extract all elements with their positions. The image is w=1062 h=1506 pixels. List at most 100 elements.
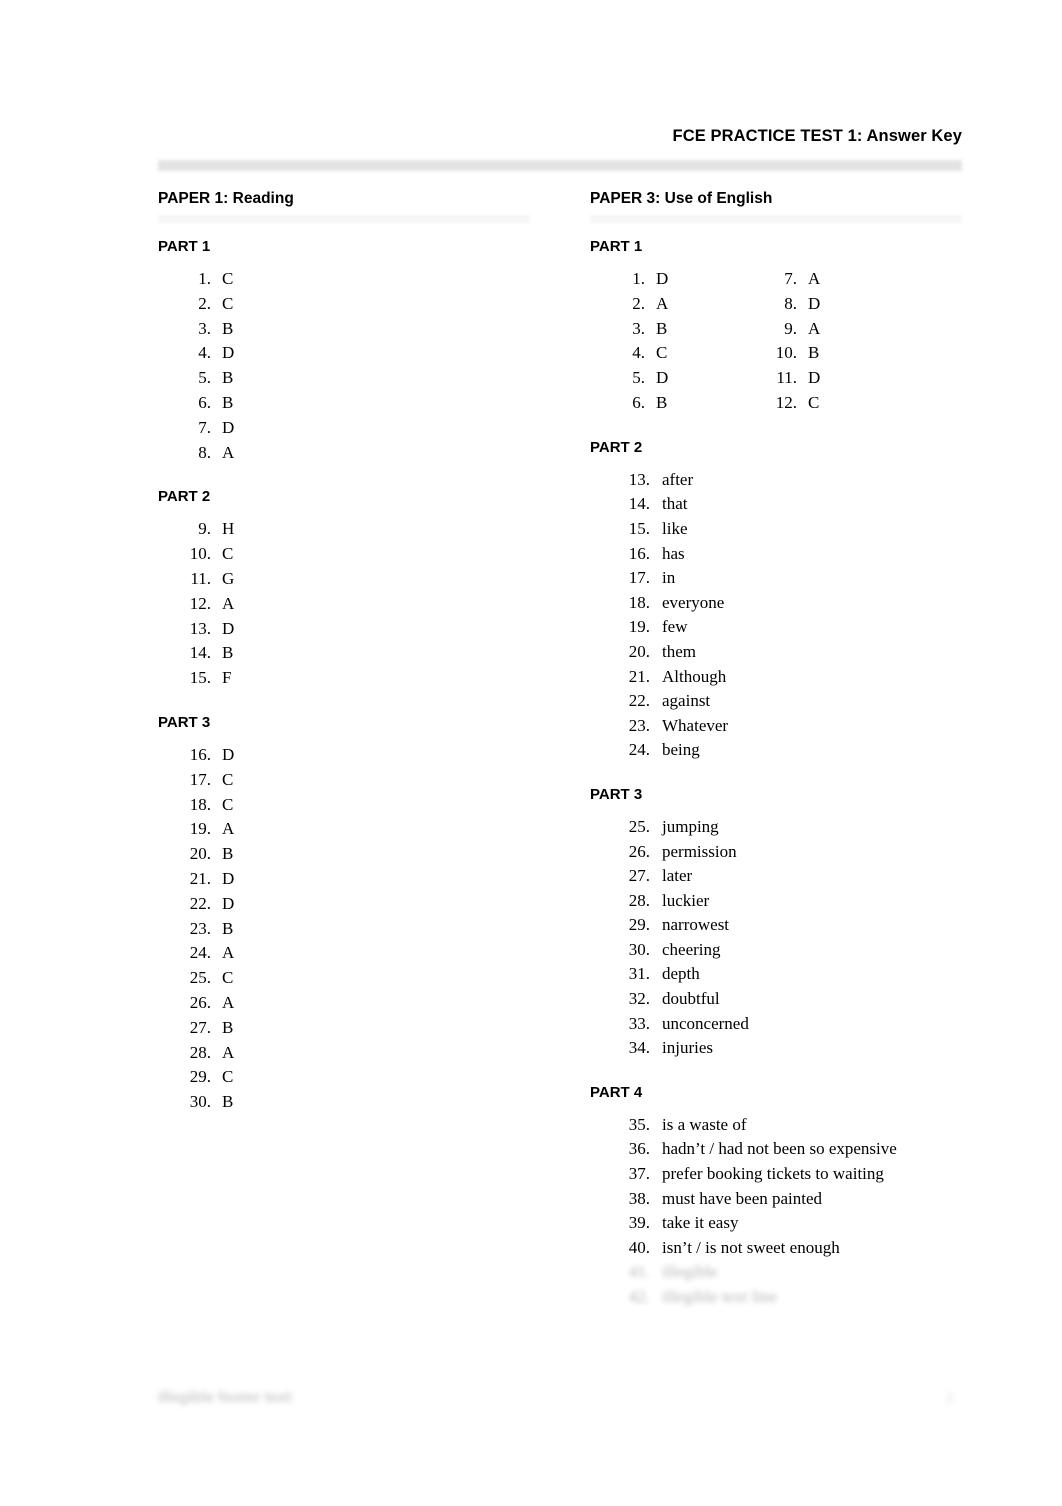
item-answer: later: [662, 866, 693, 886]
list-item: 17. C: [178, 768, 562, 793]
item-number: 27.: [189, 1017, 211, 1037]
item-answer: B: [222, 643, 234, 663]
item-number: 14.: [628, 494, 650, 514]
item-answer: prefer booking tickets to waiting: [662, 1164, 884, 1184]
item-number: 16.: [189, 744, 211, 764]
item-number: 13.: [189, 618, 211, 638]
item-answer: against: [662, 691, 711, 711]
list-item: 17. in: [612, 566, 994, 591]
item-answer: B: [656, 318, 668, 338]
item-number: 4.: [198, 343, 211, 363]
paper-1-part-2-heading: PART 2: [158, 488, 211, 506]
item-answer: G: [222, 568, 235, 588]
list-item: 5. B: [178, 366, 562, 391]
list-item: 27. later: [612, 864, 994, 889]
item-number: 13.: [628, 469, 650, 489]
item-number: 41.: [628, 1262, 650, 1282]
item-number: 16.: [628, 543, 650, 563]
list-item: 8. D: [764, 292, 820, 317]
list-item: 6. B: [178, 391, 562, 416]
list-item: 21. D: [178, 867, 562, 892]
paper-3-part-2-list: 13. after 14. that 15. like 16. has 17. in 18…: [612, 468, 994, 763]
column-paper-1: PAPER 1: Reading PART 1 1. C 2. C 3. B 4. D …: [158, 188, 562, 1137]
list-item: 19. few: [612, 615, 994, 640]
list-item: 10. C: [178, 542, 562, 567]
list-item: 3. B: [612, 317, 764, 342]
item-number: 25.: [628, 816, 650, 836]
item-answer: unconcerned: [662, 1013, 749, 1033]
item-number: 23.: [628, 715, 650, 735]
item-answer: everyone: [662, 592, 725, 612]
item-number: 19.: [628, 617, 650, 637]
paper-3-heading: PAPER 3: Use of English: [590, 190, 773, 207]
obscured-list-item: 42. illegible text line: [612, 1285, 994, 1310]
paper-1-part-1-list: 1. C 2. C 3. B 4. D 5. B 6. B 7. D 8. A: [178, 267, 562, 465]
item-number: 23.: [189, 918, 211, 938]
item-answer: few: [662, 617, 688, 637]
item-answer: A: [222, 819, 235, 839]
list-item: 23. Whatever: [612, 714, 994, 739]
obscured-list-item: 41. illegible: [612, 1260, 994, 1285]
document-page: FCE PRACTICE TEST 1: Answer Key PAPER 1:…: [0, 0, 1062, 1506]
page-title: FCE PRACTICE TEST 1: Answer Key: [672, 127, 962, 145]
paper-1-part-1-heading: PART 1: [158, 238, 211, 255]
item-answer: D: [656, 269, 669, 288]
item-answer: must have been painted: [662, 1188, 823, 1208]
list-item: 1. D: [612, 267, 764, 292]
item-number: 28.: [189, 1042, 211, 1062]
list-item: 9. A: [764, 317, 820, 342]
item-answer: B: [222, 844, 234, 864]
list-item: 3. B: [178, 317, 562, 342]
item-answer: after: [662, 469, 694, 489]
paper-3-divider: [590, 215, 962, 223]
item-answer: Whatever: [662, 715, 729, 735]
item-number: 31.: [628, 964, 650, 984]
item-answer: doubtful: [662, 989, 720, 1009]
item-answer: being: [662, 740, 700, 760]
list-item: 1. C: [178, 267, 562, 292]
list-item: 39. take it easy: [612, 1211, 994, 1236]
item-number: 37.: [628, 1164, 650, 1184]
list-item: 28. luckier: [612, 889, 994, 914]
item-answer: A: [656, 293, 669, 313]
item-number: 24.: [189, 943, 211, 963]
item-number: 20.: [189, 844, 211, 864]
item-number: 30.: [189, 1092, 211, 1112]
item-number: 1.: [632, 269, 645, 288]
list-item: 21. Although: [612, 665, 994, 690]
item-answer: C: [222, 769, 234, 789]
item-number: 17.: [189, 769, 211, 789]
list-item: 23. B: [178, 917, 562, 942]
item-answer: A: [222, 943, 235, 963]
item-answer: C: [222, 269, 234, 288]
paper-3-part-3-heading: PART 3: [590, 785, 643, 803]
paper-3-part-1-column-b: 7. A 8. D 9. A 10. B 11. D 12. C: [764, 267, 821, 416]
item-number: 5.: [198, 368, 211, 388]
item-answer: take it easy: [662, 1213, 739, 1233]
list-item: 30. B: [178, 1090, 562, 1115]
list-item: 30. cheering: [612, 938, 994, 963]
list-item: 27. B: [178, 1016, 562, 1041]
item-number: 3.: [632, 318, 645, 338]
list-item: 14. that: [612, 492, 994, 517]
item-answer: is a waste of: [662, 1114, 747, 1134]
item-answer: D: [222, 868, 235, 888]
paper-1-heading: PAPER 1: Reading: [158, 190, 294, 207]
item-number: 18.: [189, 794, 211, 814]
item-answer: C: [222, 794, 234, 814]
item-number: 4.: [632, 343, 645, 363]
item-number: 1.: [198, 269, 211, 288]
paper-1-part-2-list: 9. H 10. C 11. G 12. A 13. D 14. B 15. F: [178, 517, 562, 691]
item-number: 32.: [628, 989, 650, 1009]
item-answer: F: [222, 668, 232, 688]
item-answer: injuries: [662, 1038, 713, 1058]
item-answer: B: [222, 318, 234, 338]
item-answer: jumping: [662, 816, 719, 836]
item-answer: cheering: [662, 939, 721, 959]
list-item: 5. D: [612, 366, 764, 391]
item-number: 38.: [628, 1188, 650, 1208]
item-answer: D: [222, 618, 235, 638]
item-number: 10.: [189, 544, 211, 564]
item-number: 24.: [628, 740, 650, 760]
item-answer: has: [662, 543, 685, 563]
